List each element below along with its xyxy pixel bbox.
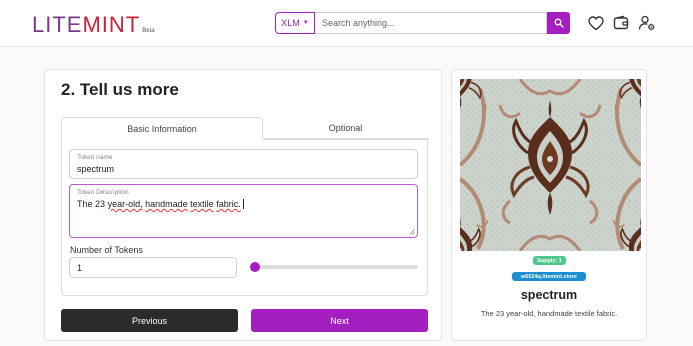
page-title: 2. Tell us more	[61, 80, 179, 99]
desc-word-misspelled: year-old,	[107, 199, 143, 209]
token-preview-card: Supply: 1 w6524q.litemint.store spectrum…	[451, 69, 647, 341]
user-settings-icon[interactable]	[638, 14, 656, 32]
top-header: LITEMINT Beta XLM ▼	[0, 0, 693, 47]
desc-word-misspelled: handmade	[145, 199, 188, 209]
token-count-slider[interactable]	[255, 265, 418, 269]
token-name-field[interactable]: Token name spectrum	[69, 149, 418, 179]
supply-badge: Supply: 1	[533, 256, 566, 265]
tab-optional[interactable]: Optional	[263, 117, 428, 140]
number-of-tokens-label: Number of Tokens	[70, 245, 143, 255]
logo-beta-label: Beta	[142, 28, 155, 34]
previous-button-label: Previous	[131, 315, 167, 326]
token-form-card: 2. Tell us more Basic Information Option…	[44, 69, 442, 341]
preview-token-description: The 23 year-old, handmade textile fabric…	[480, 309, 618, 318]
chevron-down-icon: ▼	[302, 20, 309, 26]
search-bar: XLM ▼	[275, 12, 570, 34]
tab-label: Basic Information	[127, 124, 197, 134]
asset-select-value: XLM	[281, 18, 300, 28]
form-tabs: Basic Information Optional	[61, 117, 428, 140]
tab-label: Optional	[328, 123, 363, 133]
search-icon	[554, 18, 564, 28]
tab-basic-information[interactable]: Basic Information	[61, 117, 263, 140]
next-button[interactable]: Next	[251, 309, 428, 332]
heart-icon[interactable]	[587, 14, 605, 32]
token-name-value: spectrum	[77, 164, 115, 174]
number-of-tokens-input[interactable]: 1	[69, 257, 237, 278]
desc-word: 23	[95, 199, 106, 209]
token-description-label: Token Description	[77, 189, 129, 196]
token-name-label: Token name	[77, 154, 113, 161]
search-button[interactable]	[547, 12, 570, 34]
resize-grip-icon[interactable]	[409, 229, 415, 235]
logo-text: LITEMINT	[32, 12, 141, 37]
desc-word: The	[77, 199, 93, 209]
desc-word-misspelled: fabric.	[216, 199, 241, 209]
token-description-field[interactable]: Token Description The 23 year-old, handm…	[69, 184, 418, 238]
token-description-value: The 23 year-old, handmade textile fabric…	[77, 199, 244, 209]
slider-handle[interactable]	[250, 262, 260, 272]
litemint-logo[interactable]: LITEMINT Beta	[32, 10, 155, 36]
text-cursor	[242, 199, 244, 209]
number-of-tokens-value: 1	[77, 262, 83, 273]
desc-word-misspelled: textile	[190, 199, 214, 209]
token-image	[460, 79, 641, 251]
previous-button[interactable]: Previous	[61, 309, 238, 332]
preview-token-name: spectrum	[520, 288, 578, 302]
next-button-label: Next	[330, 315, 349, 326]
asset-select[interactable]: XLM ▼	[275, 12, 315, 34]
store-badge[interactable]: w6524q.litemint.store	[512, 272, 586, 281]
wallet-icon[interactable]	[612, 14, 630, 32]
search-input[interactable]	[315, 12, 547, 34]
